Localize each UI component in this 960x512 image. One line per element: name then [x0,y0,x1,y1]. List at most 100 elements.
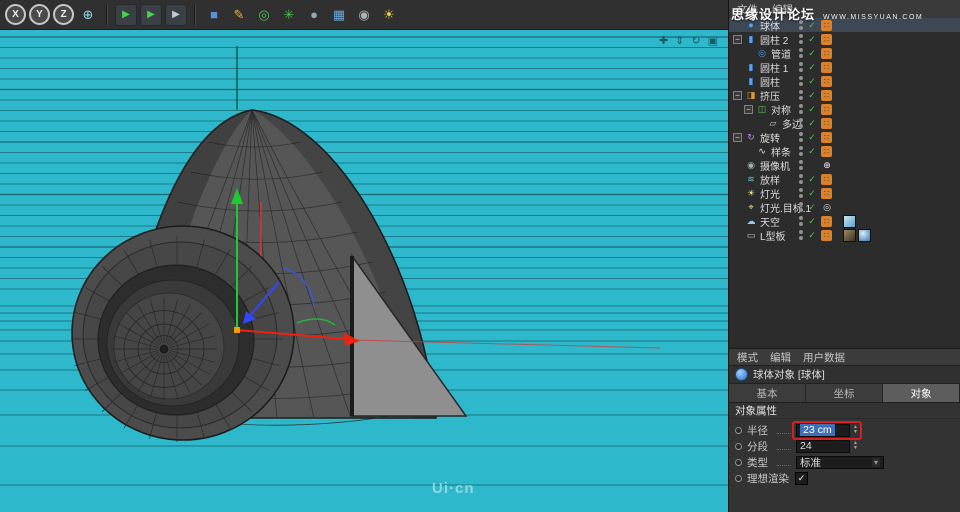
lock-x-axis-button[interactable]: X [5,4,26,25]
object-row-14[interactable]: ☁ 天空 ✓ ∷ [729,214,960,229]
visibility-dots[interactable] [799,90,803,100]
visibility-dots[interactable] [799,20,803,30]
visibility-dots[interactable] [799,104,803,114]
visibility-dots[interactable] [799,132,803,142]
keyframe-dot[interactable] [735,474,742,482]
type-dropdown[interactable]: 标准 ▾ [796,455,884,469]
enable-check[interactable]: ✓ [807,202,817,213]
object-row-3[interactable]: ▮ 圆柱 1 ✓ ∷ [729,60,960,75]
maximize-view-button[interactable]: ▣ [708,34,718,47]
tag-orange[interactable]: ∷ [821,215,832,227]
tag-orange[interactable]: ∷ [821,89,832,101]
texture-thumb-ball[interactable] [858,228,871,242]
effector-button[interactable]: ✳ [278,4,300,26]
viewport-3d[interactable]: ✚ ⇕ ↻ ▣ Ui·cn [0,30,728,512]
menu-edit-am[interactable]: 编辑 [770,350,791,365]
enable-check[interactable]: ✓ [807,188,817,199]
lock-z-axis-button[interactable]: Z [53,4,74,25]
object-row-10[interactable]: ◉ 摄像机 ⊕ [729,158,960,173]
object-row-1[interactable]: − ▮ 圆柱 2 ✓ ∷ [729,32,960,47]
enable-check[interactable]: ✓ [807,146,817,157]
render-view-button[interactable]: ▶ [115,3,137,26]
expand-toggle[interactable]: − [733,90,742,100]
tag-orange[interactable]: ∷ [821,19,832,31]
enable-check[interactable]: ✓ [807,34,817,45]
tab-basic[interactable]: 基本 [729,384,806,402]
texture-thumb-sky[interactable] [843,214,856,228]
tab-object[interactable]: 对象 [883,384,960,402]
tag-orange[interactable]: ∷ [821,47,832,59]
visibility-dots[interactable] [799,48,803,58]
object-row-5[interactable]: − ◨ 挤压 ✓ ∷ [729,88,960,103]
origin-handle[interactable] [234,327,240,333]
enable-check[interactable]: ✓ [807,230,817,241]
keyframe-dot[interactable] [735,442,742,450]
visibility-dots[interactable] [799,188,803,198]
object-row-13[interactable]: ⌖ 灯光.目标.1 ✓ ◎ [729,200,960,215]
menu-file[interactable]: 文件 [737,2,758,17]
radius-input[interactable]: 23 cm [796,423,850,437]
pan-view-button[interactable]: ✚ [659,34,668,47]
tag-orange[interactable]: ∷ [821,33,832,45]
tab-coord[interactable]: 坐标 [806,384,883,402]
light-button[interactable]: ☀ [378,4,400,26]
expand-toggle[interactable]: − [733,132,742,142]
enable-check[interactable]: ✓ [807,174,817,185]
array-button[interactable]: ▦ [328,4,350,26]
lock-y-axis-button[interactable]: Y [29,4,50,25]
object-row-7[interactable]: ▱ 多边 ✓ ∷ [729,116,960,131]
object-row-15[interactable]: ▭ L型板 ✓ ∷ [729,228,960,243]
tag-orange[interactable]: ∷ [821,187,832,199]
mograph-button[interactable]: ◎ [253,4,275,26]
visibility-dots[interactable] [799,118,803,128]
object-row-12[interactable]: ☀ 灯光 ✓ ∷ [729,186,960,201]
object-row-11[interactable]: ≋ 放样 ✓ ∷ [729,172,960,187]
enable-check[interactable]: ✓ [807,76,817,87]
object-row-6[interactable]: − ◫ 对称 ✓ ∷ [729,102,960,117]
tag-orange[interactable]: ∷ [821,61,832,73]
visibility-dots[interactable] [799,146,803,156]
viewport-canvas[interactable] [0,30,728,512]
enable-check[interactable]: ✓ [807,90,817,101]
tag-orange[interactable]: ∷ [821,229,832,241]
rotate-view-button[interactable]: ↻ [691,34,700,47]
render-settings-button[interactable]: ▶ [165,3,187,26]
menu-user-data[interactable]: 用户数据 [803,350,845,365]
simulation-button[interactable]: ● [303,4,325,26]
enable-check[interactable]: ✓ [807,118,817,129]
zoom-view-button[interactable]: ⇕ [675,34,684,47]
enable-check[interactable]: ✓ [807,20,817,31]
visibility-dots[interactable] [799,62,803,72]
camera-button[interactable]: ◉ [353,4,375,26]
render-picture-viewer-button[interactable]: ▶ [140,3,162,26]
menu-edit[interactable]: 编辑 [772,2,793,17]
texture-thumb-dark[interactable] [843,228,856,242]
keyframe-dot[interactable] [735,458,742,466]
enable-check[interactable]: ✓ [807,48,817,59]
enable-check[interactable]: ✓ [807,62,817,73]
visibility-dots[interactable] [799,76,803,86]
engine-nozzle[interactable] [71,225,295,442]
visibility-dots[interactable] [799,34,803,44]
menu-mode[interactable]: 模式 [737,350,758,365]
object-row-0[interactable]: ● 球体 ✓ ∷ [729,18,960,33]
keyframe-dot[interactable] [735,426,742,434]
visibility-dots[interactable] [799,230,803,240]
object-row-8[interactable]: − ↻ 旋转 ✓ ∷ [729,130,960,145]
tag-target[interactable]: ⊕ [821,159,833,171]
object-row-4[interactable]: ▮ 圆柱 ✓ ∷ [729,74,960,89]
spline-pen-button[interactable]: ✎ [228,4,250,26]
expand-toggle[interactable]: − [744,104,753,114]
tag-orange[interactable]: ∷ [821,103,832,115]
object-row-2[interactable]: ◎ 管道 ✓ ∷ [729,46,960,61]
coordinate-system-button[interactable]: ⊕ [77,4,99,26]
tag-orange[interactable]: ∷ [821,173,832,185]
visibility-dots[interactable] [799,160,803,170]
enable-check[interactable]: ✓ [807,104,817,115]
segments-spinner[interactable]: ▲ ▼ [853,441,858,451]
tag-orange[interactable]: ∷ [821,145,832,157]
visibility-dots[interactable] [799,216,803,226]
object-row-9[interactable]: ∿ 样条 ✓ ∷ [729,144,960,159]
enable-check[interactable]: ✓ [807,216,817,227]
tag-orange[interactable]: ∷ [821,131,832,143]
